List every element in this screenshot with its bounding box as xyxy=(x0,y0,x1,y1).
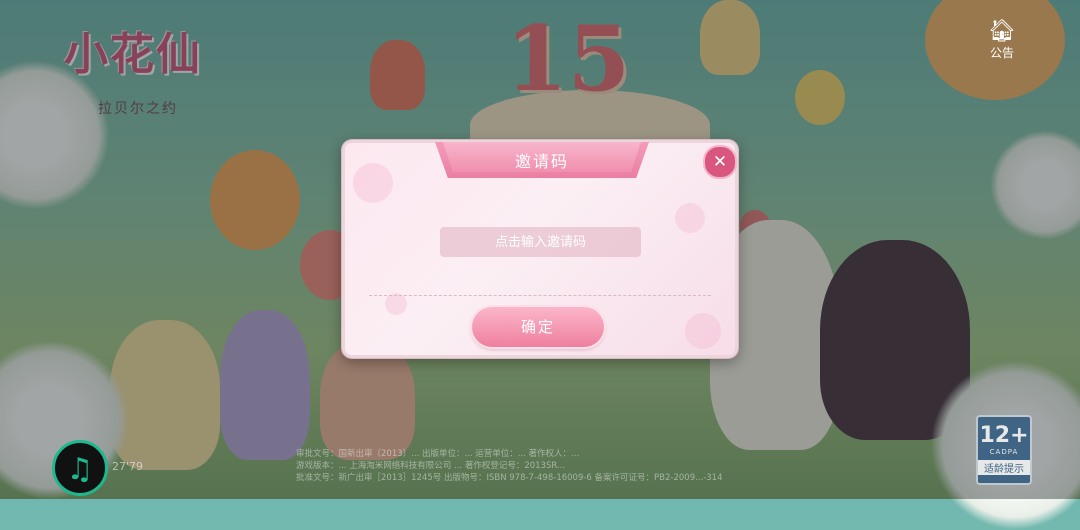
legal-info: 审批文号：国新出审〔2013〕... 出版单位：... 运营单位：... 著作权… xyxy=(296,448,796,484)
legal-line: 批准文号：新广出审［2013］1245号 出版物号：ISBN 978-7-498… xyxy=(296,473,723,483)
legal-line: 游戏版本：... 上海淘米网络科技有限公司 ... 著作权登记号：2013SR.… xyxy=(296,461,566,471)
close-button[interactable]: ✕ xyxy=(705,147,735,177)
petal-decoration xyxy=(685,313,721,349)
dialog-title: 邀请码 xyxy=(514,152,569,171)
invite-code-input[interactable] xyxy=(440,227,641,257)
petal-decoration xyxy=(385,293,407,315)
legal-line: 审批文号：国新出审〔2013〕... 出版单位：... 运营单位：... 著作权… xyxy=(296,449,580,459)
dialog-divider xyxy=(369,295,711,296)
age-rating-org: CADPA xyxy=(989,448,1019,456)
invite-code-dialog: 邀请码 ✕ 确定 xyxy=(342,140,738,358)
dialog-header-inner: 邀请码 xyxy=(443,142,641,172)
music-button[interactable]: ♫ xyxy=(52,440,108,496)
age-rating-number: 12+ xyxy=(979,423,1029,448)
music-time: 27'79 xyxy=(112,460,144,473)
music-note-icon: ♫ xyxy=(66,452,94,487)
close-icon: ✕ xyxy=(712,152,728,172)
age-rating-badge: 12+ CADPA 适龄提示 xyxy=(976,415,1032,485)
notice-bell-icon: 🏠︎ xyxy=(988,19,1016,44)
dialog-header: 邀请码 xyxy=(435,142,649,178)
petal-decoration xyxy=(353,163,393,203)
notice-button[interactable]: 🏠︎ 公告 xyxy=(982,20,1022,64)
age-rating-tip: 适龄提示 xyxy=(978,460,1030,475)
notice-label: 公告 xyxy=(989,46,1014,60)
confirm-button[interactable]: 确定 xyxy=(472,307,604,347)
petal-decoration xyxy=(675,203,705,233)
